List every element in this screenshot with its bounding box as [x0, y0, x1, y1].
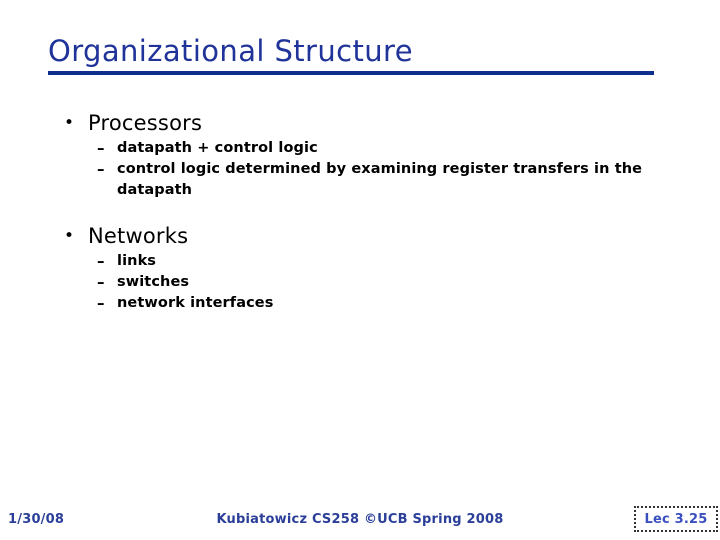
bullet-dot-icon: • — [64, 113, 75, 133]
page-title: Organizational Structure — [48, 34, 413, 68]
footer-lecture-placeholder[interactable]: Lec 3.25 — [634, 506, 718, 532]
bullet-level2-item: – datapath + control logic — [0, 138, 720, 159]
bullet-dash-icon: – — [97, 252, 105, 270]
slide-body: • Processors – datapath + control logic … — [0, 108, 720, 320]
title-underline-rule — [48, 71, 654, 75]
bullet-level2-item: – links — [0, 251, 720, 272]
title-block: Organizational Structure — [48, 34, 654, 68]
bullet-dash-icon: – — [97, 273, 105, 291]
bullet-level2-label: network interfaces — [117, 295, 274, 311]
bullet-level1-networks: • Networks — [0, 221, 720, 251]
bullet-level2-item: – control logic determined by examining … — [0, 159, 720, 201]
slide-footer: 1/30/08 Kubiatowicz CS258 ©UCB Spring 20… — [0, 500, 720, 540]
bullet-level2-label: switches — [117, 274, 190, 290]
bullet-dash-icon: – — [97, 139, 105, 157]
bullet-dot-icon: • — [64, 226, 75, 246]
bullet-level2-label: datapath + control logic — [117, 140, 318, 156]
footer-lecture-number: Lec 3.25 — [644, 512, 708, 527]
bullet-level2-label: control logic determined by examining re… — [117, 161, 643, 198]
bullet-group-processors: • Processors – datapath + control logic … — [0, 108, 720, 201]
bullet-level1-label: Networks — [88, 224, 189, 248]
bullet-level2-label: links — [117, 253, 157, 269]
slide: Organizational Structure • Processors – … — [0, 0, 720, 540]
bullet-level1-label: Processors — [88, 111, 203, 135]
bullet-level1-processors: • Processors — [0, 108, 720, 138]
bullet-dash-icon: – — [97, 160, 105, 178]
bullet-level2-item: – network interfaces — [0, 293, 720, 314]
bullet-level2-item: – switches — [0, 272, 720, 293]
bullet-dash-icon: – — [97, 294, 105, 312]
bullet-group-networks: • Networks – links – switches – network … — [0, 221, 720, 314]
footer-attribution: Kubiatowicz CS258 ©UCB Spring 2008 — [216, 512, 504, 527]
